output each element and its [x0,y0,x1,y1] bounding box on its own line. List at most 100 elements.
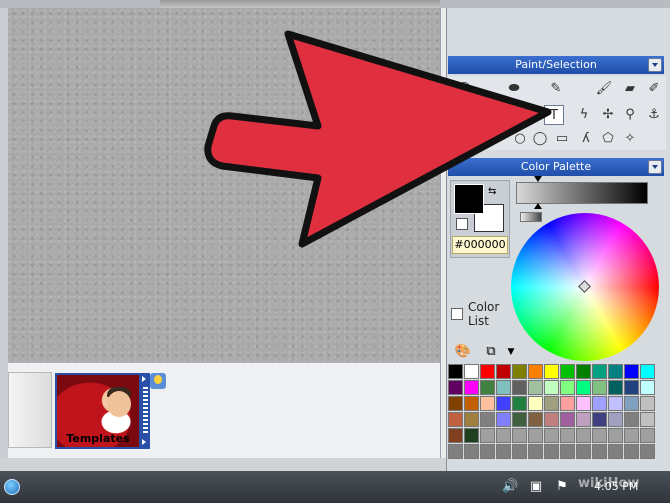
color-swatch[interactable] [480,364,495,379]
color-swatch[interactable] [528,444,543,459]
color-swatch[interactable] [496,412,511,427]
color-swatch[interactable] [464,444,479,459]
template-thumbnail[interactable]: Templates [55,373,141,449]
color-swatch[interactable] [576,412,591,427]
color-swatch[interactable] [496,444,511,459]
canvas-workspace[interactable] [8,8,440,362]
color-swatch[interactable] [624,444,639,459]
color-swatch[interactable] [464,364,479,379]
color-swatch[interactable] [448,396,463,411]
color-palette-collapse-button[interactable] [648,160,662,174]
color-swatch[interactable] [528,428,543,443]
volume-icon[interactable]: 🔊 [502,479,518,495]
start-orb-icon[interactable] [4,479,20,495]
color-swatch[interactable] [624,428,639,443]
color-swatch[interactable] [624,412,639,427]
palette-icon[interactable]: 🎨 [454,343,472,361]
color-swatch[interactable] [576,428,591,443]
color-swatch[interactable] [624,396,639,411]
magic-wand-icon[interactable]: ✧ [620,129,640,149]
color-swatch[interactable] [448,364,463,379]
color-swatch[interactable] [560,412,575,427]
color-swatch[interactable] [640,380,655,395]
marker-icon[interactable]: ✐ [644,79,664,99]
color-swatch[interactable] [640,396,655,411]
color-swatch[interactable] [592,412,607,427]
color-swatch[interactable] [512,428,527,443]
spray-icon[interactable]: ✢ [598,105,618,125]
color-swatch[interactable] [448,444,463,459]
color-swatch[interactable] [560,428,575,443]
color-swatch[interactable] [528,412,543,427]
flag-icon[interactable]: ⚑ [554,479,570,495]
color-swatch[interactable] [512,396,527,411]
color-swatch[interactable] [544,428,559,443]
color-swatch[interactable] [496,380,511,395]
tray-scrollbar[interactable] [141,373,150,449]
color-swatch[interactable] [512,412,527,427]
color-swatch[interactable] [640,364,655,379]
tray-side-button[interactable] [8,372,52,448]
color-swatch[interactable] [624,380,639,395]
color-swatch[interactable] [512,380,527,395]
lasso-icon[interactable]: ʎ [576,129,596,149]
lightbulb-icon[interactable] [150,373,166,389]
color-swatch[interactable] [512,444,527,459]
color-swatch[interactable] [544,380,559,395]
gradient-marker-bottom[interactable] [534,203,542,209]
color-swatch[interactable] [624,364,639,379]
color-swatch[interactable] [496,396,511,411]
color-swatch[interactable] [640,428,655,443]
color-swatch[interactable] [592,444,607,459]
brush-icon[interactable]: ✎ [546,79,566,99]
color-swatch[interactable] [528,364,543,379]
polygon-lasso-icon[interactable]: ⬠ [598,129,618,149]
color-swatch[interactable] [480,396,495,411]
color-swatch[interactable] [560,444,575,459]
hex-color-value[interactable]: #000000 [452,236,508,254]
color-swatch[interactable] [528,396,543,411]
color-swatch[interactable] [448,428,463,443]
color-swatch[interactable] [576,364,591,379]
ellipse-tool-icon[interactable]: ◯ [454,79,474,99]
rounded-rect-select-icon[interactable]: ▭ [552,129,572,149]
circle-select-icon[interactable]: ◯ [530,129,550,149]
color-swatch[interactable] [608,428,623,443]
reset-colors-icon[interactable] [456,218,468,230]
color-swatch[interactable] [480,412,495,427]
smudge-icon[interactable]: ϟ [574,105,594,125]
color-swatch[interactable] [592,428,607,443]
color-swatch[interactable] [640,444,655,459]
color-swatch[interactable] [576,444,591,459]
swap-colors-icon[interactable]: ⇆ [488,186,496,197]
color-swatch[interactable] [560,364,575,379]
color-swatch[interactable] [608,396,623,411]
color-swatch[interactable] [544,412,559,427]
color-list-checkbox[interactable] [451,308,463,320]
text-tool-icon[interactable]: T [544,105,564,125]
color-swatch[interactable] [592,396,607,411]
color-swatch[interactable] [560,380,575,395]
gradient-marker-top[interactable] [534,176,542,182]
ellipse-select-icon[interactable]: ○ [510,129,530,149]
color-swatch[interactable] [528,380,543,395]
color-swatch[interactable] [544,364,559,379]
color-swatch[interactable] [512,364,527,379]
color-swatch[interactable] [464,428,479,443]
scroll-up-arrow-icon[interactable] [142,376,146,382]
color-swatch[interactable] [592,364,607,379]
color-swatch[interactable] [496,364,511,379]
scroll-down-arrow-icon[interactable] [142,439,146,445]
network-icon[interactable]: ▣ [528,479,544,495]
anchor-icon[interactable]: ⚓ [644,105,664,125]
color-swatch[interactable] [464,412,479,427]
color-swatch[interactable] [448,380,463,395]
color-swatch[interactable] [480,428,495,443]
color-swatch[interactable] [560,396,575,411]
color-swatch[interactable] [608,444,623,459]
color-swatch[interactable] [480,380,495,395]
color-swatch[interactable] [576,396,591,411]
fill-shape-icon[interactable]: ⬬ [504,79,524,99]
color-swatch[interactable] [608,380,623,395]
color-swatch[interactable] [480,444,495,459]
